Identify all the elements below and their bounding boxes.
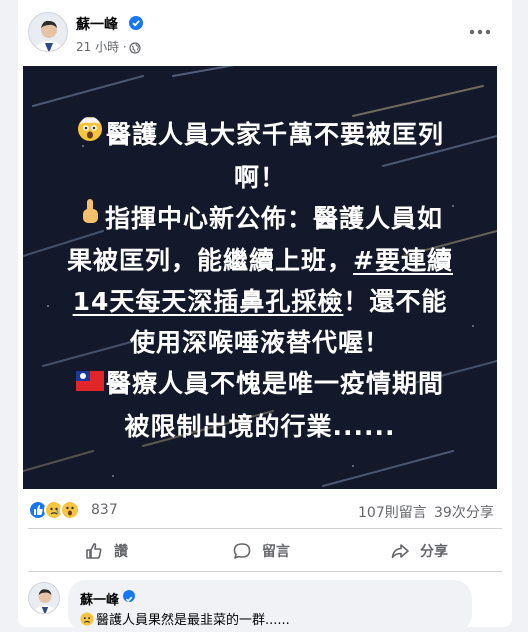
post-line: 使用深喉唾液替代喔！ (23, 322, 497, 363)
thumbs-up-icon (86, 543, 102, 559)
post-line: 指揮中心新公佈：醫護人員如 (23, 198, 497, 241)
post-image[interactable]: 醫護人員大家千萬不要被匡列 啊！ 指揮中心新公佈：醫護人員如 果被匡列，能繼續上… (23, 66, 497, 489)
share-count[interactable]: 39次分享 (434, 502, 494, 522)
share-button[interactable]: 分享 (390, 533, 448, 569)
comment-label: 留言 (262, 544, 290, 560)
globe-icon (129, 39, 141, 54)
post-text: 醫護人員大家千萬不要被匡列 啊！ 指揮中心新公佈：醫護人員如 果被匡列，能繼續上… (23, 114, 497, 447)
post-header: 蘇一峰 21 小時 · (18, 0, 512, 64)
post-line-text: 啊！ (233, 162, 286, 192)
hashtag-link[interactable]: 14天每天深插鼻孔採檢 (73, 287, 344, 316)
post-line: 被限制出境的行業...... (23, 406, 497, 447)
post-line-text: 醫療人員不愧是唯一疫情期間 (105, 369, 444, 398)
author-avatar[interactable] (28, 12, 68, 52)
commenter-name[interactable]: 蘇一峰 (80, 589, 119, 608)
point-up-icon (77, 196, 103, 237)
post-line: 果被匡列，能繼續上班，#要連續 (23, 240, 497, 281)
comment-text-content: 醫護人員果然是最韭菜的一群...... (96, 613, 290, 628)
wow-icon (60, 500, 80, 520)
post-timestamp[interactable]: 21 小時 · (76, 38, 127, 55)
divider (28, 571, 502, 572)
comment-bubble: 蘇一峰 醫護人員果然是最韭菜的一群...... (68, 580, 472, 632)
post-line: 啊！ (23, 157, 497, 198)
post-line: 醫護人員大家千萬不要被匡列 (23, 114, 497, 157)
comment-text: 醫護人員果然是最韭菜的一群...... (80, 609, 290, 630)
comment-count[interactable]: 107則留言 (358, 502, 427, 522)
post-line: 14天每天深插鼻孔採檢！還不能 (23, 281, 497, 322)
comment-button[interactable]: 留言 (232, 533, 290, 569)
author-name[interactable]: 蘇一峰 (76, 14, 118, 34)
share-icon (391, 544, 409, 559)
commenter-avatar[interactable] (28, 582, 60, 614)
reaction-count: 837 (91, 502, 118, 518)
post-line-text: 指揮中心新公佈：醫護人員如 (104, 203, 443, 233)
taiwan-flag-icon (75, 362, 104, 403)
like-label: 讚 (114, 544, 128, 560)
verified-badge-icon (129, 16, 143, 30)
post-line-text: 醫護人員大家千萬不要被匡列 (105, 120, 444, 149)
hashtag-link[interactable]: #要連續 (353, 246, 453, 275)
like-button[interactable]: 讚 (84, 533, 128, 569)
post-line: 醫療人員不愧是唯一疫情期間 (23, 363, 497, 406)
post-line-text: ！還不能 (343, 287, 448, 316)
post-line-text: 被限制出境的行業...... (124, 411, 396, 441)
comment-icon (233, 543, 251, 559)
share-label: 分享 (420, 544, 448, 560)
divider (28, 528, 502, 529)
astonished-face-icon (76, 113, 104, 154)
verified-badge-icon (123, 590, 135, 602)
post-line-text: 果被匡列，能繼續上班， (67, 246, 354, 275)
post-line-text: 使用深喉唾液替代喔！ (129, 328, 390, 357)
more-options-icon[interactable] (466, 22, 494, 42)
